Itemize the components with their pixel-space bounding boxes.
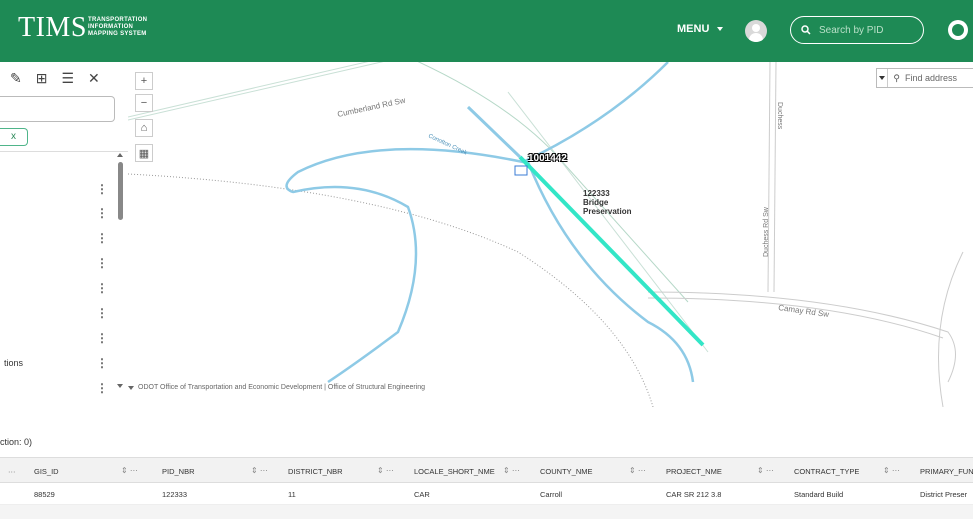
table-footer (0, 505, 973, 519)
table-cell: District Preser (920, 490, 968, 499)
divider (0, 151, 128, 152)
filter-chip[interactable]: x (0, 128, 28, 146)
table-cell: 88529 (34, 490, 55, 499)
road-line (938, 251, 964, 407)
sort-icon[interactable]: ⇕ ⋯ (251, 466, 268, 475)
railroad-line (128, 173, 654, 407)
more-icon[interactable]: ⋯ (8, 467, 16, 476)
highlighted-road (466, 105, 522, 159)
attribution-text: ODOT Office of Transportation and Econom… (138, 384, 426, 391)
pencil-icon[interactable]: ✎ (10, 70, 22, 87)
project-label-line: 122333 (583, 189, 610, 198)
logo-subtitle-line: TRANSPORTATION (88, 17, 148, 23)
table-cell: 122333 (162, 490, 188, 499)
selection-count: ction: 0) (0, 437, 33, 447)
table-row[interactable]: 88529 122333 11 CAR Carroll CAR SR 212 3… (0, 483, 973, 505)
user-avatar[interactable] (745, 20, 767, 42)
table-cell: 11 (288, 490, 296, 499)
search-icon: ⚲ (893, 72, 900, 83)
menu-label: MENU (677, 23, 710, 35)
more-options-icon[interactable]: ⋮ (96, 183, 108, 195)
more-options-icon[interactable]: ⋮ (96, 207, 108, 219)
creek-label: Conotton Creek (427, 133, 469, 157)
project-label-line: Preservation (583, 207, 632, 216)
road-label-cumberland: Cumberland Rd Sw (337, 96, 407, 119)
menu-button[interactable]: MENU (677, 23, 724, 35)
home-icon[interactable]: ⌂ (135, 119, 153, 137)
map-canvas: Cumberland Rd Sw Camay Rd Sw Duchess Duc… (128, 62, 964, 407)
find-address[interactable]: ⚲ (876, 68, 973, 88)
logo-subtitle-line: MAPPING SYSTEM (88, 31, 147, 37)
scroll-down-icon[interactable] (117, 384, 123, 388)
column-header[interactable]: LOCALE_SHORT_NME (414, 467, 495, 476)
address-source-dropdown[interactable] (877, 69, 889, 87)
close-icon[interactable]: ✕ (88, 70, 100, 87)
search-icon (801, 25, 811, 35)
more-options-icon[interactable]: ⋮ (96, 257, 108, 269)
find-address-input[interactable] (905, 73, 973, 83)
pid-label: 1001442 (528, 153, 567, 164)
panel-filter-input[interactable] (0, 96, 115, 122)
sort-icon[interactable]: ⇕ ⋯ (629, 466, 646, 475)
zoom-out-button[interactable]: − (135, 94, 153, 112)
logo-subtitle-line: INFORMATION (88, 24, 134, 30)
qr-code-icon[interactable]: ▦ (135, 144, 153, 162)
scrollbar-thumb[interactable] (118, 162, 123, 220)
sort-icon[interactable]: ⇕ ⋯ (883, 466, 900, 475)
road-label-duchess: Duchess Rd Sw (763, 206, 770, 257)
map-attribution: ODOT Office of Transportation and Econom… (128, 384, 425, 391)
chevron-down-icon[interactable] (128, 385, 134, 390)
highlighted-project-segment (518, 155, 705, 347)
table-header: ⋯ GIS_ID ⇕ ⋯ PID_NBR ⇕ ⋯ DISTRICT_NBR ⇕ … (0, 457, 973, 483)
bridge-marker-icon (514, 165, 528, 176)
more-options-icon[interactable]: ⋮ (96, 357, 108, 369)
project-label: 122333 Bridge Preservation (583, 189, 631, 216)
project-label-line: Bridge (583, 198, 609, 207)
more-options-icon[interactable]: ⋮ (96, 332, 108, 344)
column-header[interactable]: COUNTY_NME (540, 467, 593, 476)
road-label-camay: Camay Rd Sw (778, 303, 830, 319)
more-options-icon[interactable]: ⋮ (96, 307, 108, 319)
column-header[interactable]: PID_NBR (162, 467, 195, 476)
more-options-icon[interactable]: ⋮ (96, 232, 108, 244)
layer-panel: ✎ ⊞ ☰ ✕ x ⋮ ⋮ ⋮ ⋮ ⋮ ⋮ ⋮ ⋮ ⋮ tions (0, 62, 128, 407)
add-layer-icon[interactable]: ⊞ (36, 70, 48, 87)
chevron-down-icon (717, 27, 724, 31)
road-label-duchess: Duchess (776, 102, 783, 130)
panel-toolbar: ✎ ⊞ ☰ ✕ (10, 70, 100, 87)
sort-icon[interactable]: ⇕ ⋯ (121, 466, 138, 475)
globe-icon[interactable] (948, 20, 968, 40)
layer-label: tions (4, 358, 24, 368)
road-line (773, 62, 777, 293)
column-header[interactable]: PROJECT_NME (666, 467, 722, 476)
column-header[interactable]: CONTRACT_TYPE (794, 467, 859, 476)
table-cell: CAR (414, 490, 430, 499)
map-view[interactable]: Cumberland Rd Sw Camay Rd Sw Duchess Duc… (128, 62, 973, 407)
list-icon[interactable]: ☰ (61, 70, 74, 87)
app-header: TIMS TRANSPORTATION INFORMATION MAPPING … (0, 0, 973, 62)
column-header[interactable]: GIS_ID (34, 467, 59, 476)
column-header[interactable]: PRIMARY_FUN (920, 467, 973, 476)
sort-icon[interactable]: ⇕ ⋯ (757, 466, 774, 475)
zoom-in-button[interactable]: + (135, 72, 153, 90)
road-line (417, 62, 689, 303)
sort-icon[interactable]: ⇕ ⋯ (503, 466, 520, 475)
more-options-icon[interactable]: ⋮ (96, 382, 108, 394)
app-logo[interactable]: TIMS (18, 12, 87, 44)
pid-search-input[interactable] (819, 24, 915, 36)
road-line (507, 91, 709, 353)
sort-icon[interactable]: ⇕ ⋯ (377, 466, 394, 475)
table-cell: CAR SR 212 3.8 (666, 490, 722, 499)
table-cell: Carroll (540, 490, 563, 499)
column-header[interactable]: DISTRICT_NBR (288, 467, 343, 476)
more-options-icon[interactable]: ⋮ (96, 282, 108, 294)
table-cell: Standard Build (794, 490, 844, 499)
scroll-up-icon[interactable] (117, 153, 123, 157)
pid-search[interactable] (790, 16, 924, 44)
logo-subtitle: TRANSPORTATION INFORMATION MAPPING SYSTE… (88, 17, 147, 38)
